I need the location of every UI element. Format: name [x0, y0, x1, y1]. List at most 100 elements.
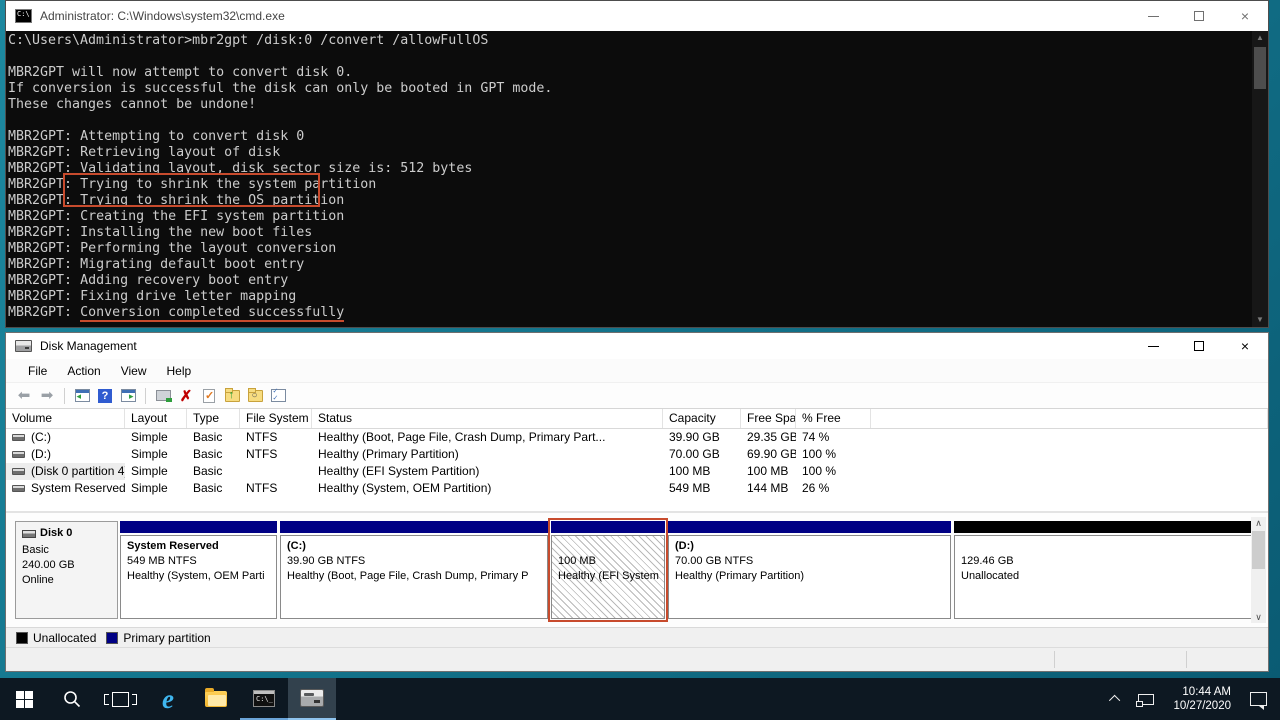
menu-item-action[interactable]: Action	[57, 361, 110, 381]
graph-scrollbar-thumb[interactable]	[1252, 531, 1265, 569]
cell-status: Healthy (Boot, Page File, Crash Dump, Pr…	[312, 429, 663, 446]
folder-up-button[interactable]	[222, 386, 242, 405]
system-tray: 10:44 AM 10/27/2020	[1105, 678, 1280, 720]
partition-status: Healthy (Boot, Page File, Crash Dump, Pr…	[287, 569, 541, 584]
partition-block[interactable]: (D:)70.00 GB NTFSHealthy (Primary Partit…	[668, 521, 951, 619]
dm-maximize-button[interactable]	[1176, 333, 1222, 359]
partition-unallocated[interactable]: 129.46 GBUnallocated	[954, 521, 1253, 619]
legend-label: Unallocated	[33, 631, 96, 645]
console-tree-button[interactable]	[72, 386, 92, 405]
properties-screen-button[interactable]	[153, 386, 173, 405]
column-header[interactable]: Capacity	[663, 409, 741, 428]
file-explorer-icon	[205, 691, 227, 707]
partition-body: System Reserved549 MB NTFSHealthy (Syste…	[120, 535, 277, 619]
cell-pct: 100 %	[796, 446, 871, 463]
cmd-vertical-scrollbar[interactable]: ▲ ▼	[1252, 31, 1268, 327]
partition-title: (C:)	[287, 539, 541, 554]
cell-free: 69.90 GB	[741, 446, 796, 463]
dm-close-button[interactable]: ×	[1222, 333, 1268, 359]
cell-volume: (Disk 0 partition 4)	[6, 463, 125, 480]
table-row[interactable]: (D:)SimpleBasicNTFSHealthy (Primary Part…	[6, 446, 1268, 463]
help-button[interactable]: ?	[95, 386, 115, 405]
cmd-scrollbar-thumb[interactable]	[1254, 47, 1266, 89]
search-button[interactable]	[48, 678, 96, 720]
partition-status: Healthy (Primary Partition)	[675, 569, 944, 584]
partition-block[interactable]: System Reserved549 MB NTFSHealthy (Syste…	[120, 521, 277, 619]
start-button[interactable]	[0, 678, 48, 720]
cell-volume: (C:)	[6, 429, 125, 446]
tray-chevron-button[interactable]	[1105, 678, 1127, 720]
forward-arrow-button[interactable]: ➡	[37, 386, 57, 405]
cell-volume: (D:)	[6, 446, 125, 463]
scroll-up-icon[interactable]: ∧	[1255, 517, 1262, 529]
toolbar-separator	[145, 388, 146, 404]
forward-arrow-icon: ➡	[41, 388, 54, 403]
cmd-minimize-button[interactable]	[1130, 1, 1176, 31]
task-view-icon	[112, 692, 129, 707]
legend-item: Unallocated	[16, 631, 96, 645]
cmd-close-button[interactable]: ×	[1222, 1, 1268, 31]
disk-management-taskbar-button[interactable]	[288, 678, 336, 720]
checklist-icon	[271, 389, 286, 402]
table-row[interactable]: (C:)SimpleBasicNTFSHealthy (Boot, Page F…	[6, 429, 1268, 446]
cell-layout: Simple	[125, 480, 187, 497]
cell-capacity: 70.00 GB	[663, 446, 741, 463]
column-header[interactable]: Layout	[125, 409, 187, 428]
task-view-button[interactable]	[96, 678, 144, 720]
table-row[interactable]: System ReservedSimpleBasicNTFSHealthy (S…	[6, 480, 1268, 497]
disk0-type: Basic	[22, 543, 111, 558]
partition-block[interactable]: (C:)39.90 GB NTFSHealthy (Boot, Page Fil…	[280, 521, 548, 619]
menu-item-file[interactable]: File	[18, 361, 57, 381]
menu-item-view[interactable]: View	[111, 361, 157, 381]
scroll-up-icon[interactable]: ▲	[1256, 31, 1264, 45]
partition-color-bar	[551, 521, 665, 533]
disk-management-window: Disk Management × FileActionViewHelp ⬅ ➡?…	[5, 332, 1269, 672]
cmd-app-icon	[15, 9, 32, 23]
cmd-output-line: MBR2GPT: Trying to shrink the system par…	[8, 177, 1250, 193]
column-header[interactable]: File System	[240, 409, 312, 428]
column-header[interactable]: Type	[187, 409, 240, 428]
network-button[interactable]	[1131, 678, 1161, 720]
cmd-output-area[interactable]: C:\Users\Administrator>mbr2gpt /disk:0 /…	[6, 31, 1268, 327]
cell-type: Basic	[187, 480, 240, 497]
folder-search-button[interactable]	[245, 386, 265, 405]
partition-blocks: System Reserved549 MB NTFSHealthy (Syste…	[120, 521, 1256, 619]
action-pane-button[interactable]	[118, 386, 138, 405]
check-document-icon	[203, 389, 215, 403]
check-document-button[interactable]	[199, 386, 219, 405]
cell-pct: 100 %	[796, 463, 871, 480]
table-row[interactable]: (Disk 0 partition 4)SimpleBasicHealthy (…	[6, 463, 1268, 480]
internet-explorer-button[interactable]: e	[144, 678, 192, 720]
cmd-titlebar[interactable]: Administrator: C:\Windows\system32\cmd.e…	[6, 1, 1268, 31]
cmd-line-message: C:\Users\Administrator>mbr2gpt /disk:0 /…	[8, 33, 488, 48]
clock[interactable]: 10:44 AM 10/27/2020	[1165, 678, 1239, 720]
cell-fs	[240, 463, 312, 480]
partition-block[interactable]: 100 MBHealthy (EFI System	[551, 521, 665, 619]
graph-vertical-scrollbar[interactable]: ∧ ∨	[1251, 517, 1266, 623]
column-header[interactable]: % Free	[796, 409, 871, 428]
cmd-output-line: MBR2GPT: Creating the EFI system partiti…	[8, 209, 1250, 225]
legend-label: Primary partition	[123, 631, 210, 645]
back-arrow-button[interactable]: ⬅	[14, 386, 34, 405]
menu-item-help[interactable]: Help	[157, 361, 202, 381]
scroll-down-icon[interactable]: ▼	[1256, 313, 1264, 327]
cmd-output-line: MBR2GPT: Conversion completed successful…	[8, 305, 1250, 321]
column-header[interactable]: Volume	[6, 409, 125, 428]
column-header[interactable]: Status	[312, 409, 663, 428]
status-separator	[1186, 651, 1187, 668]
dm-minimize-button[interactable]	[1130, 333, 1176, 359]
file-explorer-button[interactable]	[192, 678, 240, 720]
cmd-line-prefix: MBR2GPT:	[8, 193, 80, 208]
checklist-button[interactable]	[268, 386, 288, 405]
start-icon	[16, 691, 33, 708]
column-header[interactable]: Free Spa...	[741, 409, 796, 428]
action-center-button[interactable]	[1243, 678, 1274, 720]
cmd-line-message: Migrating default boot entry	[80, 257, 304, 272]
scroll-down-icon[interactable]: ∨	[1255, 611, 1262, 623]
delete-button[interactable]: ✗	[176, 386, 196, 405]
disk0-label-panel[interactable]: Disk 0 Basic 240.00 GB Online	[15, 521, 118, 619]
disk-management-titlebar[interactable]: Disk Management ×	[6, 333, 1268, 359]
column-header[interactable]	[871, 409, 1268, 428]
command-prompt-taskbar-button[interactable]	[240, 678, 288, 720]
cmd-maximize-button[interactable]	[1176, 1, 1222, 31]
